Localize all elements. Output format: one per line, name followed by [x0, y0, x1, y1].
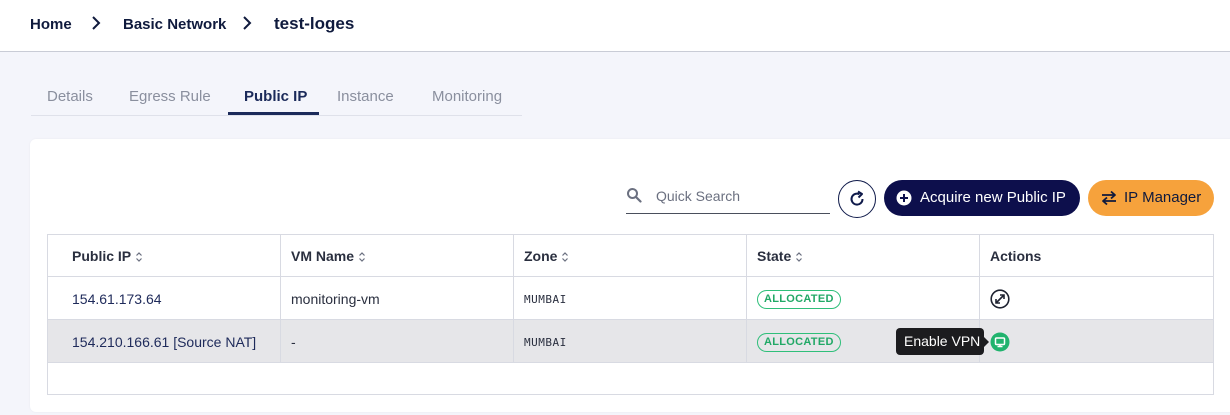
column-divider — [280, 235, 281, 362]
column-header-vm-name[interactable]: VM Name — [291, 248, 366, 264]
acquire-button-label: Acquire new Public IP — [920, 189, 1066, 206]
quick-search — [626, 180, 830, 214]
sort-icon — [136, 252, 143, 263]
tab-public-ip[interactable]: Public IP — [244, 88, 307, 105]
breadcrumb-current: test-loges — [274, 14, 355, 33]
vm-name-cell: monitoring-vm — [291, 291, 380, 307]
tab-monitoring[interactable]: Monitoring — [432, 88, 502, 105]
ip-manager-label: IP Manager — [1124, 189, 1202, 206]
search-input[interactable] — [656, 183, 826, 209]
column-divider — [513, 235, 514, 362]
tooltip-arrow — [984, 337, 989, 347]
tooltip-text: Enable VPN — [904, 333, 981, 349]
status-badge: ALLOCATED — [757, 290, 841, 309]
public-ip-cell: 154.61.173.64 — [72, 291, 162, 307]
column-header-public-ip[interactable]: Public IP — [72, 248, 143, 264]
tab-egress-rule[interactable]: Egress Rule — [129, 88, 211, 105]
breadcrumb-basic-network[interactable]: Basic Network — [123, 16, 226, 33]
sort-icon — [359, 252, 365, 263]
active-tab-indicator — [228, 112, 319, 115]
chevron-right-icon — [92, 16, 101, 30]
public-ip-cell: 154.210.166.61 [Source NAT] — [72, 334, 257, 350]
table-row: 154.61.173.64 monitoring-vm MUMBAI ALLOC… — [48, 277, 1213, 320]
vpn-icon[interactable] — [990, 332, 1010, 352]
tab-instance[interactable]: Instance — [337, 88, 394, 105]
swap-arrows-icon — [1102, 190, 1116, 206]
table-row: 154.210.166.61 [Source NAT] - MUMBAI ALL… — [48, 320, 1213, 363]
acquire-public-ip-button[interactable]: Acquire new Public IP — [884, 180, 1080, 216]
zone-cell: MUMBAI — [524, 293, 567, 306]
column-header-actions: Actions — [990, 248, 1042, 264]
zone-cell: MUMBAI — [524, 336, 567, 349]
sort-icon — [796, 252, 803, 263]
vm-name-cell: - — [291, 334, 296, 350]
plus-circle-icon — [896, 190, 912, 206]
ip-manager-button[interactable]: IP Manager — [1088, 180, 1214, 216]
breadcrumb-home[interactable]: Home — [30, 16, 72, 33]
tab-bar: Details Egress Rule Public IP Instance M… — [31, 80, 522, 116]
top-bar: Home Basic Network test-loges — [0, 0, 1230, 52]
sort-icon — [562, 252, 569, 263]
expand-icon[interactable] — [990, 289, 1010, 309]
enable-vpn-tooltip: Enable VPN — [896, 328, 989, 355]
chevron-right-icon — [243, 16, 252, 30]
column-header-zone[interactable]: Zone — [524, 248, 569, 264]
tab-details[interactable]: Details — [47, 88, 93, 105]
column-divider — [746, 235, 747, 362]
refresh-icon — [850, 190, 864, 206]
search-icon — [627, 188, 642, 203]
table-header: Public IP VM Name Zone State Actions — [48, 235, 1213, 277]
status-badge: ALLOCATED — [757, 333, 841, 352]
column-header-state[interactable]: State — [757, 248, 803, 264]
refresh-button[interactable] — [838, 180, 876, 218]
public-ip-table: Public IP VM Name Zone State Actions 154… — [47, 234, 1214, 395]
